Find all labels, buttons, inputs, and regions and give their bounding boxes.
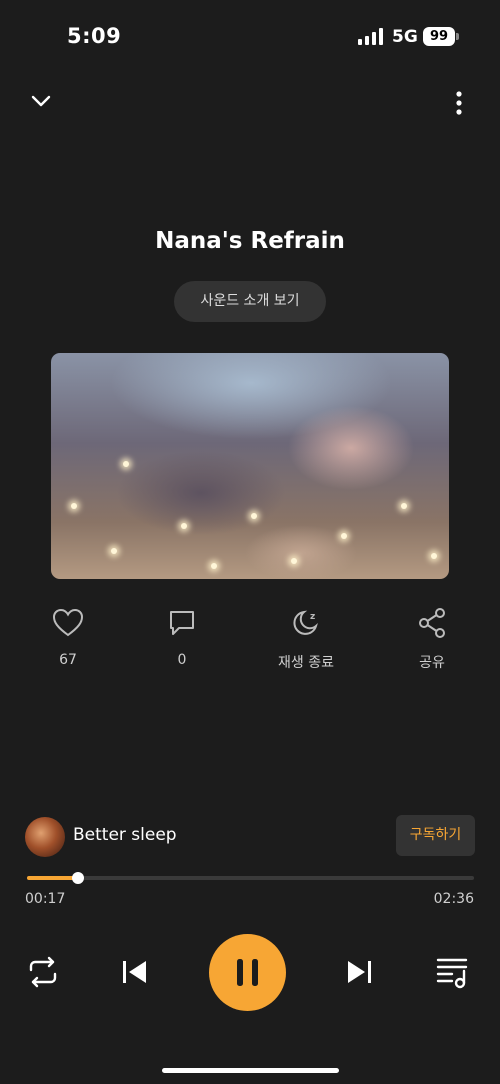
- status-time: 5:09: [67, 24, 122, 48]
- chevron-down-icon[interactable]: [28, 88, 54, 114]
- sleep-timer-label: 재생 종료: [278, 655, 334, 671]
- pause-button[interactable]: [209, 934, 286, 1011]
- subscribe-button[interactable]: 구독하기: [396, 815, 475, 856]
- cellular-signal-icon: [358, 28, 383, 45]
- track-title: Nana's Refrain: [155, 228, 345, 254]
- sleep-timer-action[interactable]: z 재생 종료: [266, 608, 346, 672]
- like-action[interactable]: 67: [28, 608, 108, 668]
- svg-text:z: z: [310, 612, 315, 622]
- home-indicator[interactable]: [162, 1068, 339, 1073]
- channel-avatar[interactable]: [25, 817, 65, 857]
- playlist-icon[interactable]: [436, 953, 470, 991]
- comment-action[interactable]: 0: [142, 608, 222, 668]
- progress-knob[interactable]: [72, 872, 84, 884]
- sound-intro-button[interactable]: 사운드 소개 보기: [174, 281, 326, 322]
- heart-icon: [52, 608, 84, 637]
- comment-count: 0: [177, 652, 187, 668]
- previous-track-icon[interactable]: [120, 953, 150, 991]
- progress-track[interactable]: [27, 876, 474, 880]
- channel-name[interactable]: Better sleep: [73, 825, 177, 845]
- repeat-icon[interactable]: [28, 953, 58, 991]
- moon-sleep-icon: z: [293, 610, 318, 635]
- comment-icon: [170, 611, 194, 635]
- cover-artwork: [51, 353, 449, 579]
- pause-icon: [237, 959, 258, 986]
- like-count: 67: [59, 652, 77, 668]
- share-label: 공유: [419, 655, 445, 671]
- battery-icon: 99: [423, 27, 455, 46]
- share-action[interactable]: 공유: [392, 608, 472, 672]
- network-type: 5G: [392, 27, 418, 47]
- battery-cap: [456, 33, 459, 40]
- current-time: 00:17: [25, 891, 66, 907]
- next-track-icon[interactable]: [344, 953, 374, 991]
- duration-time: 02:36: [433, 891, 474, 907]
- progress-fill: [27, 876, 78, 880]
- more-options-icon[interactable]: [446, 88, 472, 118]
- share-icon: [419, 608, 445, 638]
